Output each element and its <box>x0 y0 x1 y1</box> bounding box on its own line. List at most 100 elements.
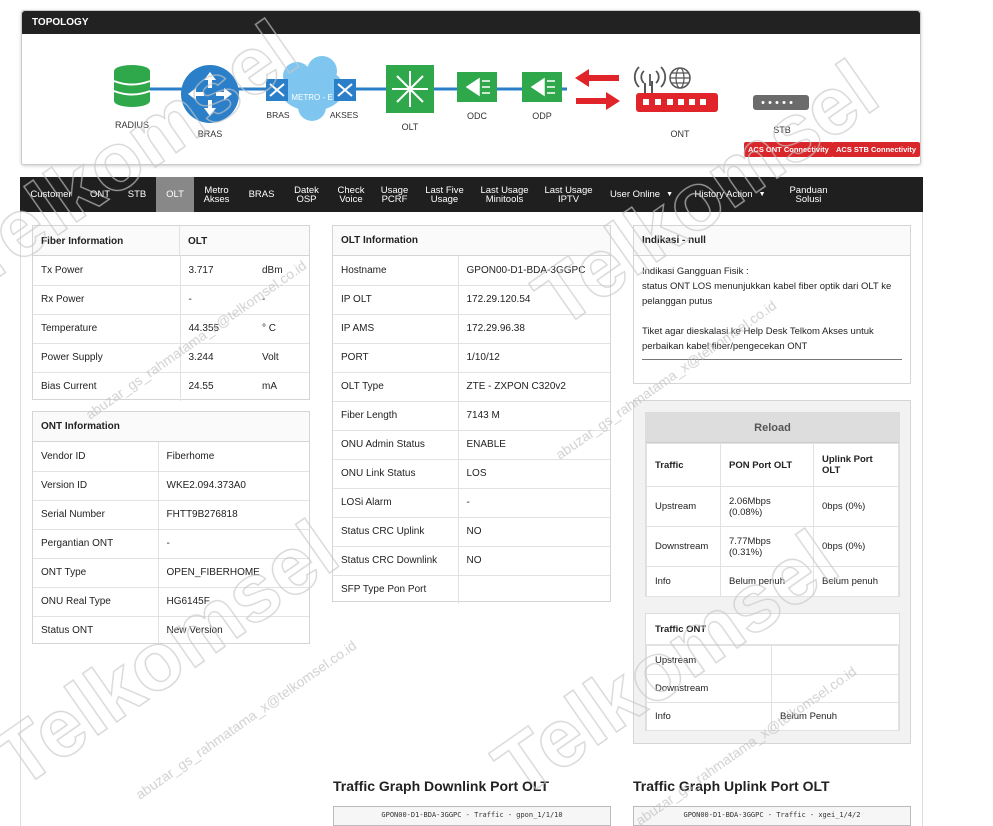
tab-last-usage-iptv[interactable]: Last Usage IPTV <box>536 177 601 212</box>
table-row: Bias Current 24.55 mA <box>33 372 309 401</box>
fiber-value: 24.55 <box>188 381 214 393</box>
ont-value: WKE2.094.373A0 <box>158 471 309 501</box>
fiber-information-header: Fiber Information OLT <box>33 226 309 256</box>
indikasi-title: Indikasi - null <box>634 226 910 256</box>
metro-right-label: AKSES <box>330 110 359 120</box>
olt-label: Fiber Length <box>333 401 459 431</box>
metro-switch-left-icon[interactable] <box>266 79 288 101</box>
tab-last-usage-minitools[interactable]: Last Usage Minitools <box>473 177 536 212</box>
wifi-antenna-icon <box>633 66 667 88</box>
table-row: Status CRC Uplink NO <box>333 517 610 547</box>
indikasi-line: status ONT LOS menunjukkan kabel fiber o… <box>642 281 892 307</box>
traffic-panel: Reload Traffic PON Port OLT Uplink Port … <box>633 400 911 744</box>
fiber-information-panel: Fiber Information OLT Tx Power 3.717 dBm R… <box>32 225 310 401</box>
traffic-olt-box: Reload Traffic PON Port OLT Uplink Port … <box>645 412 900 597</box>
bidirectional-arrow-icon <box>575 69 620 110</box>
bras-router-icon[interactable] <box>181 65 239 123</box>
olt-label: IP AMS <box>333 314 459 344</box>
table-row: ONU Admin Status ENABLE <box>333 430 610 460</box>
olt-value: - <box>458 488 610 518</box>
tab-ont[interactable]: ONT <box>82 177 118 212</box>
table-row: Version ID WKE2.094.373A0 <box>33 471 309 501</box>
pon-value: Belum penuh <box>720 566 814 597</box>
fiber-value: - <box>180 285 254 315</box>
table-row: Serial Number FHTT9B276818 <box>33 500 309 530</box>
traffic-header: Traffic <box>646 443 721 487</box>
ont-value: OPEN_FIBERHOME <box>158 558 309 588</box>
table-row: IP OLT 172.29.120.54 <box>333 285 610 315</box>
tab-stb[interactable]: STB <box>118 177 156 212</box>
olt-label: Hostname <box>333 256 459 286</box>
fiber-unit: dBm <box>254 256 309 286</box>
traffic-label: Downstream <box>646 526 721 567</box>
ont-label: ONT Type <box>33 558 159 588</box>
radius-icon[interactable] <box>113 65 151 107</box>
tab-customer[interactable]: Customer <box>20 177 82 212</box>
ont-label: ONT <box>671 129 691 139</box>
uplink-value: Belum penuh <box>813 566 899 597</box>
downlink-graph-caption: GPON00-D1-BDA-3GGPC - Traffic - gpon_1/1… <box>381 811 563 819</box>
fiber-label: Temperature <box>33 314 181 344</box>
downlink-graph-title: Traffic Graph Downlink Port OLT <box>333 778 549 794</box>
fiber-label: Power Supply <box>33 343 181 373</box>
table-row: Upstream 2.06Mbps (0.08%) 0bps (0%) <box>646 486 899 527</box>
fiber-information-title: Fiber Information <box>33 226 180 255</box>
table-row: Status CRC Downlink NO <box>333 546 610 576</box>
olt-information-table: Hostname GPON00-D1-BDA-3GGPC IP OLT 172.29… <box>333 256 610 604</box>
downlink-traffic-graph[interactable]: GPON00-D1-BDA-3GGPC - Traffic - gpon_1/1… <box>333 806 611 826</box>
ont-value: New Version <box>166 625 223 637</box>
olt-label: OLT <box>402 122 419 132</box>
olt-icon[interactable] <box>386 65 434 113</box>
tab-last-five-usage[interactable]: Last Five Usage <box>416 177 473 212</box>
tab-panduan-solusi[interactable]: Panduan Solusi <box>778 177 839 212</box>
ont-label: ONU Real Type <box>33 587 159 617</box>
traffic-label: Upstream <box>646 486 721 527</box>
table-row: Hostname GPON00-D1-BDA-3GGPC <box>333 256 610 286</box>
fiber-value: 3.717 <box>180 256 254 286</box>
tab-check-voice[interactable]: Check Voice <box>329 177 373 212</box>
fiber-value: 3.244 <box>180 343 254 373</box>
uplink-graph-title: Traffic Graph Uplink Port OLT <box>633 778 830 794</box>
olt-label: SFP Type Pon Port <box>333 575 459 604</box>
olt-value: LOS <box>458 459 610 489</box>
odc-icon[interactable] <box>457 72 497 102</box>
fiber-label: Bias Current <box>33 372 181 401</box>
traffic-ont-value <box>771 674 899 703</box>
reload-button[interactable]: Reload <box>646 413 899 443</box>
stb-icon[interactable] <box>753 95 809 110</box>
topology-panel: TOPOLOGY RADIUS BRAS METRO - E BRAS AKSE… <box>21 10 921 165</box>
acs-ont-connectivity-button[interactable]: ACS ONT Connectivity <box>744 142 833 157</box>
metro-left-label: BRAS <box>266 110 289 120</box>
fiber-label: Rx Power <box>33 285 181 315</box>
tab-user-online[interactable]: User Online ▼ <box>601 177 682 212</box>
ont-information-panel: ONT Information Vendor ID Fiberhome Versi… <box>32 411 310 645</box>
table-row: LOSi Alarm - <box>333 488 610 518</box>
odp-icon[interactable] <box>522 72 562 102</box>
tab-bras[interactable]: BRAS <box>239 177 284 212</box>
traffic-ont-box: Traffic ONT Upstream Downstream Info Belu… <box>645 613 900 731</box>
table-row: Vendor ID Fiberhome <box>33 442 309 472</box>
fiber-label: Tx Power <box>33 256 181 286</box>
tab-metro-akses[interactable]: Metro Akses <box>194 177 239 212</box>
tab-usage-pcrf[interactable]: Usage PCRF <box>373 177 416 212</box>
tab-bar: Customer ONT STB OLT Metro Akses BRAS Da… <box>20 177 923 212</box>
table-row: Downstream <box>646 674 899 703</box>
tab-datek-osp[interactable]: Datek OSP <box>284 177 329 212</box>
table-row: Temperature 44.355 ° C <box>33 314 309 344</box>
acs-stb-connectivity-button[interactable]: ACS STB Connectivity <box>832 142 921 157</box>
uplink-traffic-graph[interactable]: GPON00-D1-BDA-3GGPC - Traffic - xgei_1/4… <box>633 806 911 826</box>
olt-label: ONU Link Status <box>333 459 459 489</box>
tab-history-action[interactable]: History Action ▼ <box>682 177 778 212</box>
tab-olt[interactable]: OLT <box>156 177 194 212</box>
table-row: Traffic PON Port OLT Uplink Port OLT <box>646 443 899 487</box>
pon-port-header: PON Port OLT <box>720 443 814 487</box>
olt-label: LOSi Alarm <box>333 488 459 518</box>
table-row: ONU Link Status LOS <box>333 459 610 489</box>
metro-switch-right-icon[interactable] <box>334 79 356 101</box>
uplink-value: 0bps (0%) <box>813 486 899 527</box>
ont-value: FHTT9B276818 <box>158 500 309 530</box>
table-row: Tx Power 3.717 dBm <box>33 256 309 286</box>
traffic-ont-label: Upstream <box>646 645 772 675</box>
traffic-ont-value: Belum Penuh <box>771 702 899 731</box>
olt-value: GPON00-D1-BDA-3GGPC <box>458 256 610 286</box>
